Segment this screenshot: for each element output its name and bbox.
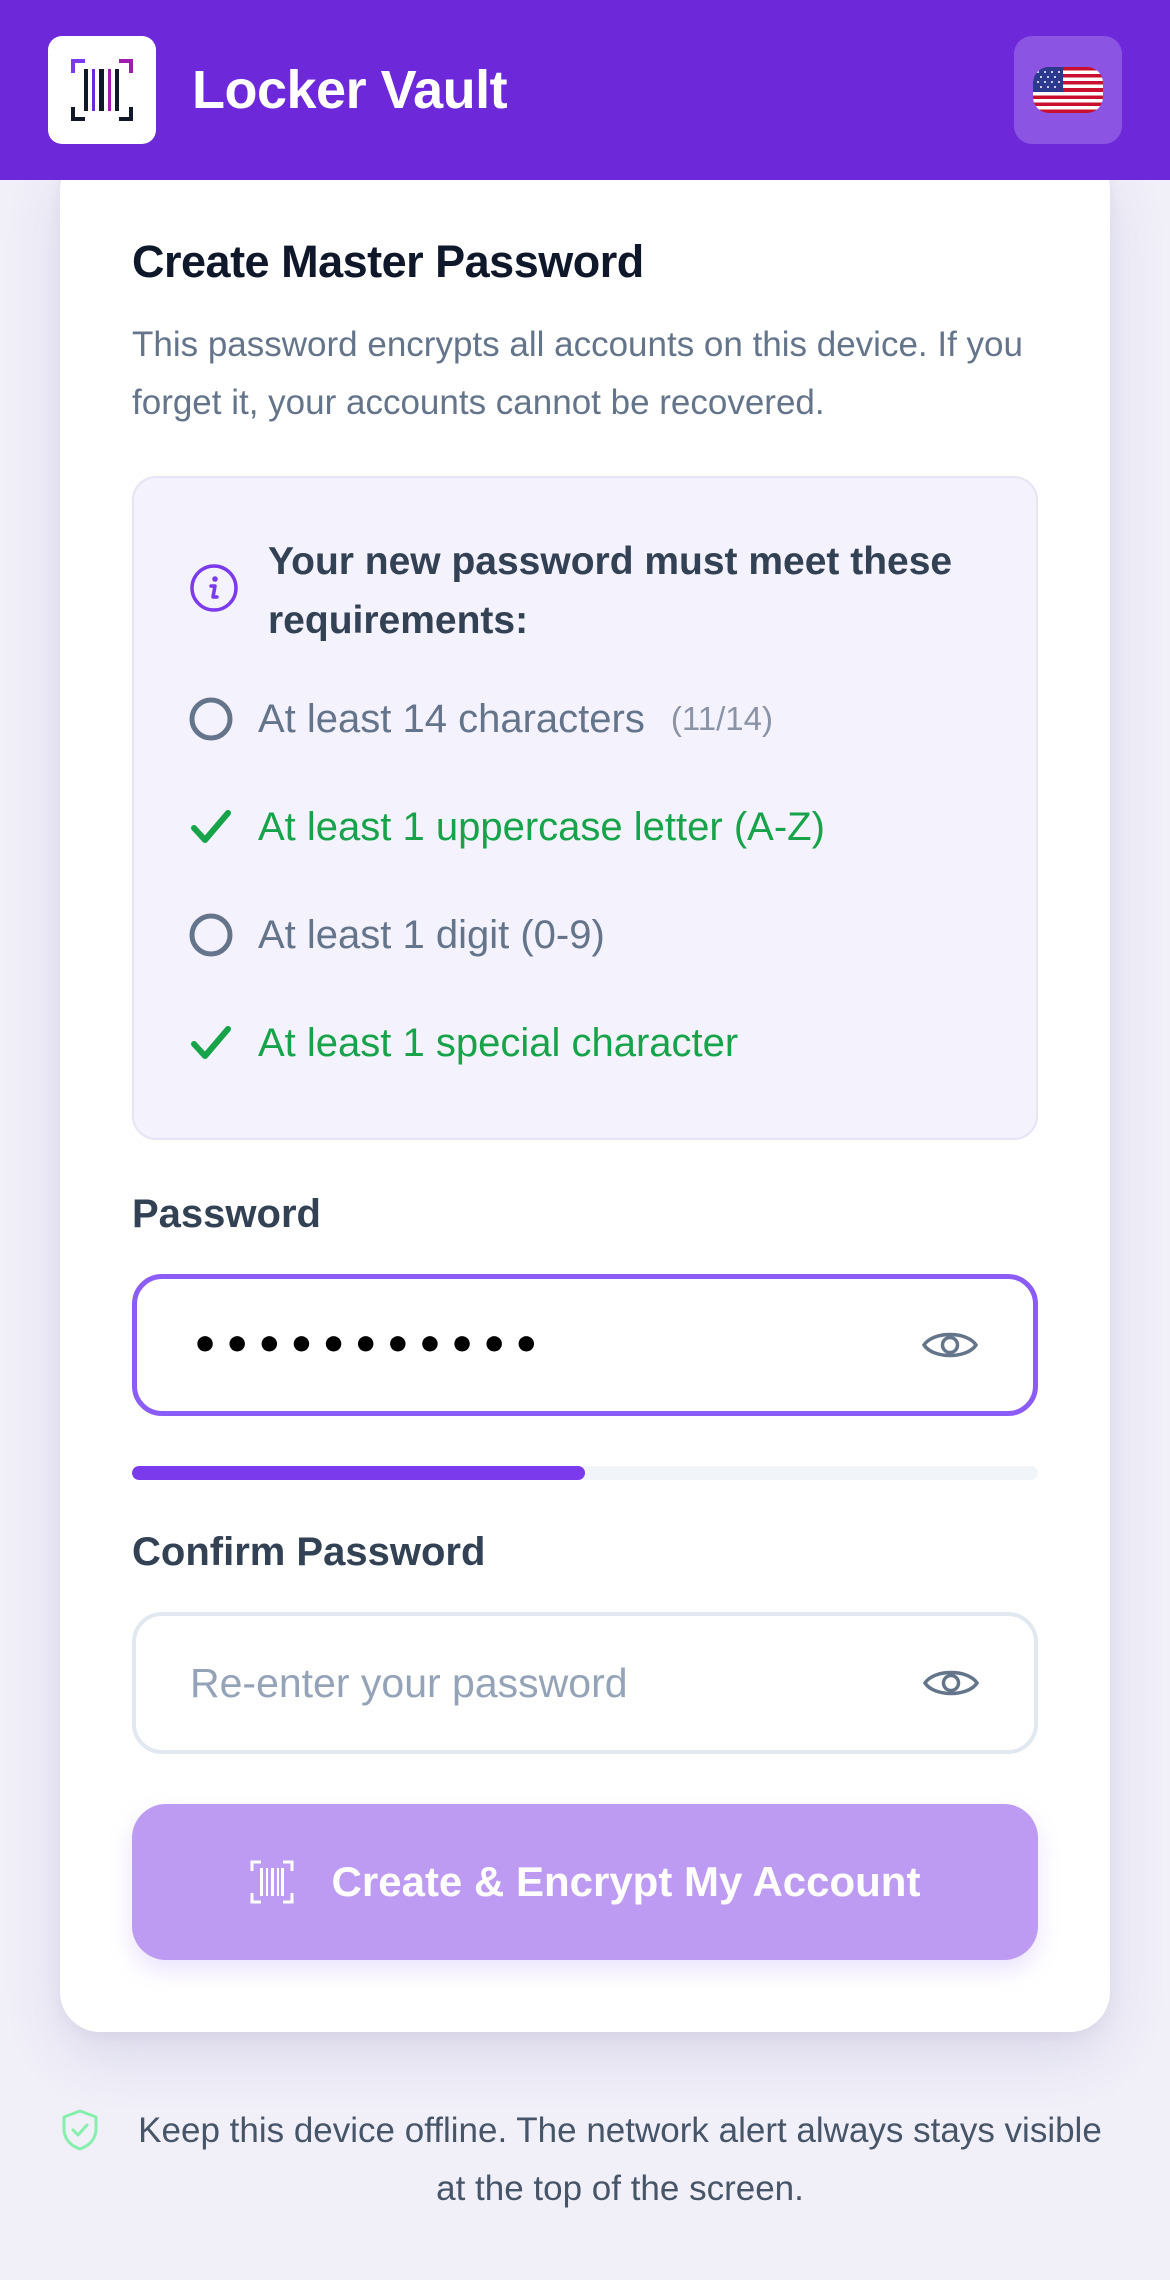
page-description: This password encrypts all accounts on t… [132, 325, 1023, 422]
eye-icon[interactable] [921, 1325, 979, 1365]
app-logo [48, 36, 156, 144]
us-flag-icon [1033, 67, 1103, 113]
barcode-icon [250, 1860, 294, 1904]
requirement-label: At least 1 digit (0-9) [258, 912, 605, 957]
empty-circle-icon [189, 913, 233, 957]
eye-icon[interactable] [922, 1663, 980, 1703]
confirm-password-field [132, 1612, 1038, 1754]
app-title: Locker Vault [192, 60, 508, 120]
barcode-icon [71, 59, 133, 121]
empty-circle-icon [189, 697, 233, 741]
requirement-min-length: At least 14 characters (11/14) [188, 696, 773, 742]
requirement-label: At least 1 uppercase letter (A-Z) [258, 804, 825, 849]
requirement-uppercase: At least 1 uppercase letter (A-Z) [188, 804, 825, 850]
password-field [132, 1274, 1038, 1416]
checkmark-icon [191, 810, 231, 843]
requirement-digit: At least 1 digit (0-9) [188, 912, 605, 958]
offline-notice-text: Keep this device offline. The network al… [138, 2111, 1102, 2208]
password-label: Password [132, 1192, 321, 1236]
page-title: Create Master Password [132, 236, 644, 287]
confirm-password-input[interactable] [190, 1659, 922, 1707]
confirm-password-label: Confirm Password [132, 1530, 486, 1574]
requirements-header: Your new password must meet these requir… [188, 532, 988, 650]
app-screen: Locker Vault Create Master Password This… [0, 0, 1170, 2280]
create-account-button-label: Create & Encrypt My Account [331, 1858, 921, 1905]
requirement-label: At least 1 special character [258, 1020, 739, 1065]
create-password-card: Create Master Password This password enc… [60, 150, 1110, 2032]
app-header: Locker Vault [0, 0, 1170, 180]
shield-check-icon [62, 2109, 98, 2151]
password-strength-bar [132, 1466, 1038, 1480]
checkmark-icon [191, 1026, 231, 1059]
requirements-panel: Your new password must meet these requir… [132, 476, 1038, 1140]
create-account-button[interactable]: Create & Encrypt My Account [132, 1804, 1038, 1960]
requirement-special-char: At least 1 special character [188, 1020, 738, 1066]
language-button[interactable] [1014, 36, 1122, 144]
requirements-title: Your new password must meet these requir… [268, 540, 953, 642]
info-icon [190, 564, 238, 612]
requirement-label: At least 14 characters [258, 696, 645, 741]
offline-notice: Keep this device offline. The network al… [60, 2102, 1110, 2218]
requirement-progress: (11/14) [670, 700, 773, 737]
password-input[interactable] [191, 1319, 921, 1371]
password-strength-fill [132, 1466, 585, 1480]
